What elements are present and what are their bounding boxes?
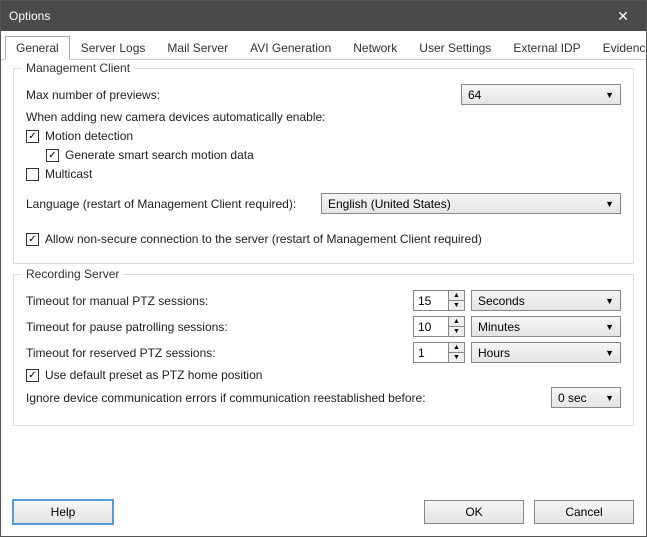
spinner-up-icon[interactable]: ▲ xyxy=(449,317,464,327)
language-select[interactable]: English (United States) ▼ xyxy=(321,193,621,214)
default-preset-label: Use default preset as PTZ home position xyxy=(45,368,262,382)
help-button[interactable]: Help xyxy=(13,500,113,524)
tab-strip: General Server Logs Mail Server AVI Gene… xyxy=(1,31,646,60)
ok-button[interactable]: OK xyxy=(424,500,524,524)
max-previews-value: 64 xyxy=(468,88,599,102)
reserved-ptz-label: Timeout for reserved PTZ sessions: xyxy=(26,346,216,360)
pause-patrol-label: Timeout for pause patrolling sessions: xyxy=(26,320,228,334)
tab-server-logs[interactable]: Server Logs xyxy=(70,36,157,59)
motion-detection-checkbox[interactable]: ✓ Motion detection xyxy=(26,129,621,143)
allow-nonsecure-checkbox[interactable]: ✓ Allow non-secure connection to the ser… xyxy=(26,232,621,246)
options-window: Options ✕ General Server Logs Mail Serve… xyxy=(0,0,647,537)
tab-network[interactable]: Network xyxy=(342,36,408,59)
tab-avi-generation[interactable]: AVI Generation xyxy=(239,36,342,59)
language-value: English (United States) xyxy=(328,197,599,211)
language-label: Language (restart of Management Client r… xyxy=(26,197,296,211)
group-recording-server: Recording Server Timeout for manual PTZ … xyxy=(13,274,634,426)
tab-external-idp[interactable]: External IDP xyxy=(502,36,591,59)
spinner-down-icon[interactable]: ▼ xyxy=(449,353,464,362)
pause-patrol-input[interactable] xyxy=(414,317,448,336)
dialog-buttons: Help OK Cancel xyxy=(1,492,646,536)
tab-mail-server[interactable]: Mail Server xyxy=(156,36,239,59)
manual-ptz-unit-select[interactable]: Seconds ▼ xyxy=(471,290,621,311)
max-previews-label: Max number of previews: xyxy=(26,88,160,102)
manual-ptz-spinner[interactable]: ▲▼ xyxy=(413,290,465,311)
close-icon[interactable]: ✕ xyxy=(608,8,638,25)
smart-search-label: Generate smart search motion data xyxy=(65,148,254,162)
ignore-errors-label: Ignore device communication errors if co… xyxy=(26,391,426,405)
reserved-ptz-unit-select[interactable]: Hours ▼ xyxy=(471,342,621,363)
chevron-down-icon: ▼ xyxy=(605,296,614,306)
ignore-errors-value: 0 sec xyxy=(558,391,599,405)
manual-ptz-unit: Seconds xyxy=(478,294,599,308)
tab-user-settings[interactable]: User Settings xyxy=(408,36,502,59)
cancel-button[interactable]: Cancel xyxy=(534,500,634,524)
checkbox-icon: ✓ xyxy=(26,130,39,143)
group-management-client: Management Client Max number of previews… xyxy=(13,68,634,264)
motion-detection-label: Motion detection xyxy=(45,129,133,143)
reserved-ptz-input[interactable] xyxy=(414,343,448,362)
tab-evidence-lock[interactable]: Evidence Lock xyxy=(592,36,647,59)
checkbox-icon xyxy=(26,168,39,181)
multicast-checkbox[interactable]: Multicast xyxy=(26,167,621,181)
pause-patrol-spinner[interactable]: ▲▼ xyxy=(413,316,465,337)
chevron-down-icon: ▼ xyxy=(605,199,614,209)
spinner-up-icon[interactable]: ▲ xyxy=(449,291,464,301)
titlebar: Options ✕ xyxy=(1,1,646,31)
group-management-client-legend: Management Client xyxy=(22,61,134,75)
reserved-ptz-unit: Hours xyxy=(478,346,599,360)
max-previews-select[interactable]: 64 ▼ xyxy=(461,84,621,105)
auto-enable-label: When adding new camera devices automatic… xyxy=(26,110,621,124)
manual-ptz-input[interactable] xyxy=(414,291,448,310)
window-title: Options xyxy=(9,9,608,23)
checkbox-icon: ✓ xyxy=(26,369,39,382)
chevron-down-icon: ▼ xyxy=(605,348,614,358)
pause-patrol-unit-select[interactable]: Minutes ▼ xyxy=(471,316,621,337)
smart-search-checkbox[interactable]: ✓ Generate smart search motion data xyxy=(46,148,621,162)
chevron-down-icon: ▼ xyxy=(605,322,614,332)
spinner-up-icon[interactable]: ▲ xyxy=(449,343,464,353)
chevron-down-icon: ▼ xyxy=(605,90,614,100)
multicast-label: Multicast xyxy=(45,167,92,181)
chevron-down-icon: ▼ xyxy=(605,393,614,403)
allow-nonsecure-label: Allow non-secure connection to the serve… xyxy=(45,232,482,246)
pause-patrol-unit: Minutes xyxy=(478,320,599,334)
spinner-down-icon[interactable]: ▼ xyxy=(449,327,464,336)
default-preset-checkbox[interactable]: ✓ Use default preset as PTZ home positio… xyxy=(26,368,621,382)
checkbox-icon: ✓ xyxy=(26,233,39,246)
group-recording-server-legend: Recording Server xyxy=(22,267,123,281)
tab-general[interactable]: General xyxy=(5,36,70,60)
manual-ptz-label: Timeout for manual PTZ sessions: xyxy=(26,294,208,308)
spinner-down-icon[interactable]: ▼ xyxy=(449,301,464,310)
ignore-errors-select[interactable]: 0 sec ▼ xyxy=(551,387,621,408)
reserved-ptz-spinner[interactable]: ▲▼ xyxy=(413,342,465,363)
checkbox-icon: ✓ xyxy=(46,149,59,162)
tab-panel-general: Management Client Max number of previews… xyxy=(1,60,646,492)
